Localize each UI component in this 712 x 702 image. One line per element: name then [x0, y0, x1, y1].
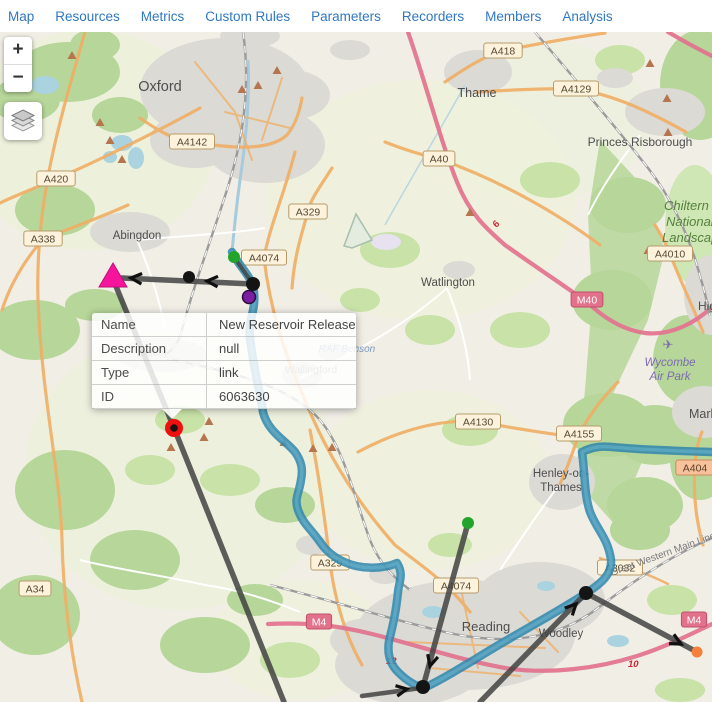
zoom-in-button[interactable]: + — [4, 37, 32, 65]
road-shield: A420 — [37, 171, 75, 186]
network-node-center — [170, 424, 178, 432]
svg-text:A34: A34 — [26, 584, 45, 596]
svg-text:A338: A338 — [31, 234, 56, 246]
tooltip-label: Description — [92, 337, 206, 360]
road-shield: M40 — [571, 292, 603, 307]
road-shield: A40 — [423, 151, 455, 166]
road-shield: A34 — [19, 581, 51, 596]
airplane-icon: ✈ — [663, 337, 674, 352]
svg-text:M40: M40 — [577, 295, 598, 307]
label-reading: Reading — [462, 619, 510, 634]
road-shield: A4074 — [434, 578, 479, 593]
tooltip-label: Type — [92, 361, 206, 384]
label-marlow: Marlow — [689, 407, 712, 421]
road-shield: A4155 — [557, 426, 602, 441]
zoom-out-button[interactable]: − — [4, 65, 32, 92]
tooltip-row-type: Type link — [92, 361, 356, 385]
svg-text:A4130: A4130 — [463, 417, 494, 429]
tooltip-label: Name — [92, 313, 206, 336]
tooltip-row-description: Description null — [92, 337, 356, 361]
svg-text:A40: A40 — [430, 154, 449, 166]
svg-text:M4: M4 — [687, 615, 702, 627]
tooltip-value: null — [206, 337, 356, 360]
svg-text:A4074: A4074 — [441, 581, 472, 593]
label-princes-risborough: Princes Risborough — [588, 135, 693, 149]
feature-tooltip: Name New Reservoir Release Description n… — [92, 313, 356, 409]
road-shield: A338 — [24, 231, 62, 246]
road-shield: A4130 — [456, 414, 501, 429]
svg-text:A4142: A4142 — [177, 137, 208, 149]
nav-metrics[interactable]: Metrics — [141, 9, 185, 24]
road-shield: A4010 — [648, 246, 693, 261]
label-chiltern-2: National — [666, 214, 712, 229]
network-node-junction[interactable] — [246, 277, 260, 291]
label-wycombe-air-park-1: Wycombe — [644, 357, 695, 369]
nav-parameters[interactable]: Parameters — [311, 9, 381, 24]
road-shield: A404 — [676, 460, 712, 475]
label-henley-2: Thames — [540, 482, 582, 494]
road-shield: A4142 — [170, 134, 215, 149]
layers-icon — [10, 109, 36, 133]
layers-button[interactable] — [4, 102, 42, 140]
road-shield: A4129 — [554, 81, 599, 96]
svg-text:A329: A329 — [296, 207, 321, 219]
label-abingdon: Abingdon — [113, 230, 162, 242]
junction-number: 10 — [628, 659, 639, 670]
label-wycombe-air-park-2: Air Park — [649, 371, 692, 383]
label-high-wycombe: High Wycombe — [698, 299, 712, 313]
svg-text:A404: A404 — [683, 463, 708, 475]
network-node-demand[interactable] — [692, 647, 703, 658]
road-shield: M4 — [681, 612, 706, 627]
nav-members[interactable]: Members — [485, 9, 541, 24]
tooltip-value: New Reservoir Release — [206, 313, 356, 336]
airfield-area — [371, 234, 401, 250]
network-node-inflow[interactable] — [228, 251, 240, 263]
nav-map[interactable]: Map — [8, 9, 34, 24]
svg-text:M4: M4 — [312, 617, 327, 629]
nav-resources[interactable]: Resources — [55, 9, 120, 24]
nav-recorders[interactable]: Recorders — [402, 9, 464, 24]
svg-text:A4129: A4129 — [561, 84, 592, 96]
tooltip-pointer — [162, 409, 182, 419]
svg-text:A4010: A4010 — [655, 249, 686, 261]
nav-custom-rules[interactable]: Custom Rules — [205, 9, 290, 24]
road-shield: A418 — [484, 43, 522, 58]
label-watlington: Watlington — [421, 277, 475, 289]
label-chiltern-1: Chiltern — [664, 198, 709, 213]
road-shield: M4 — [306, 614, 331, 629]
network-node-junction[interactable] — [183, 271, 195, 283]
top-nav: Map Resources Metrics Custom Rules Param… — [0, 0, 712, 32]
zoom-control: + − — [4, 37, 32, 92]
label-thame: Thame — [458, 86, 497, 100]
tooltip-label: ID — [92, 385, 206, 408]
svg-text:A4074: A4074 — [249, 253, 280, 265]
map-canvas[interactable]: A4142 A420 A338 A329 A4074 A418 A4129 A40 A4010 M… — [0, 32, 712, 702]
label-oxford: Oxford — [138, 79, 182, 95]
label-chiltern-3: Landscape — [662, 230, 712, 245]
svg-text:A4155: A4155 — [564, 429, 595, 441]
network-node-junction[interactable] — [416, 680, 430, 694]
network-node-abstraction[interactable] — [243, 291, 256, 304]
road-shield: A329 — [289, 204, 327, 219]
tooltip-row-name: Name New Reservoir Release — [92, 313, 356, 337]
road-shield: A4074 — [242, 250, 287, 265]
tooltip-value: link — [206, 361, 356, 384]
tooltip-row-id: ID 6063630 — [92, 385, 356, 409]
svg-text:A418: A418 — [491, 46, 516, 58]
svg-text:A420: A420 — [44, 174, 69, 186]
nav-analysis[interactable]: Analysis — [562, 9, 612, 24]
network-node-junction[interactable] — [579, 586, 593, 600]
network-node-inflow[interactable] — [462, 517, 474, 529]
tooltip-value: 6063630 — [206, 385, 356, 408]
